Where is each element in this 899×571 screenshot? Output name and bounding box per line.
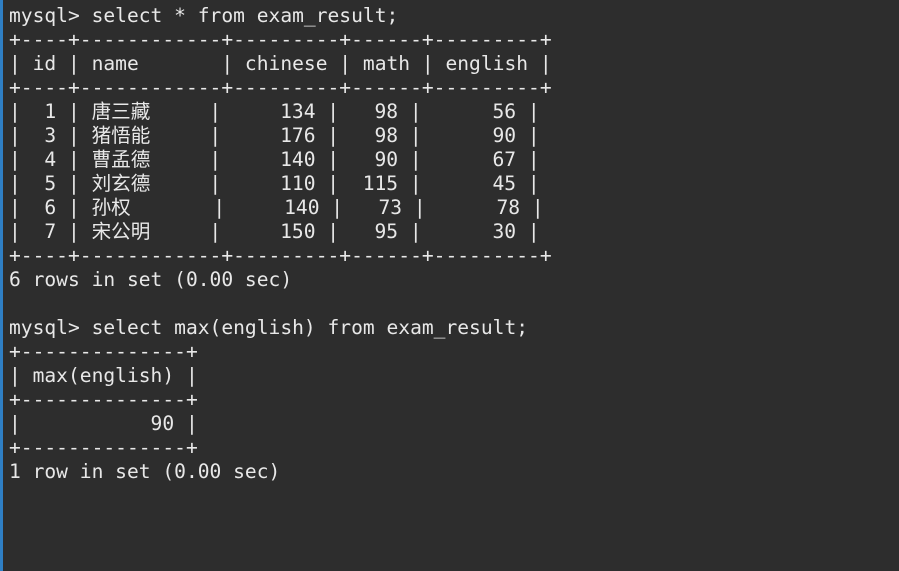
result-count-1: 6 rows in set (0.00 sec) xyxy=(9,268,293,291)
table-row: | 1 | 唐三藏 | 134 | 98 | 56 | xyxy=(9,100,540,123)
command-line-1: mysql> select * from exam_result; xyxy=(9,4,399,27)
table2-header-row: | max(english) | xyxy=(9,364,198,387)
table-row: | 90 | xyxy=(9,412,198,435)
table1-bottom-border: +----+------------+---------+------+----… xyxy=(9,244,552,267)
table1-header-row: | id | name | chinese | math | english | xyxy=(9,52,552,75)
table2-top-border: +--------------+ xyxy=(9,340,198,363)
result-count-2: 1 row in set (0.00 sec) xyxy=(9,460,281,483)
table1-top-border: +----+------------+---------+------+----… xyxy=(9,28,552,51)
table-row: | 6 | 孙权 | 140 | 73 | 78 | xyxy=(9,196,544,219)
table2-header-separator: +--------------+ xyxy=(9,388,198,411)
table-row: | 3 | 猪悟能 | 176 | 98 | 90 | xyxy=(9,124,540,147)
table-row: | 4 | 曹孟德 | 140 | 90 | 67 | xyxy=(9,148,540,171)
command-line-2: mysql> select max(english) from exam_res… xyxy=(9,316,529,339)
terminal-window[interactable]: mysql> select * from exam_result; +----+… xyxy=(0,0,899,571)
table-row: | 5 | 刘玄德 | 110 | 115 | 45 | xyxy=(9,172,540,195)
table2-bottom-border: +--------------+ xyxy=(9,436,198,459)
table1-header-separator: +----+------------+---------+------+----… xyxy=(9,76,552,99)
table-row: | 7 | 宋公明 | 150 | 95 | 30 | xyxy=(9,220,540,243)
